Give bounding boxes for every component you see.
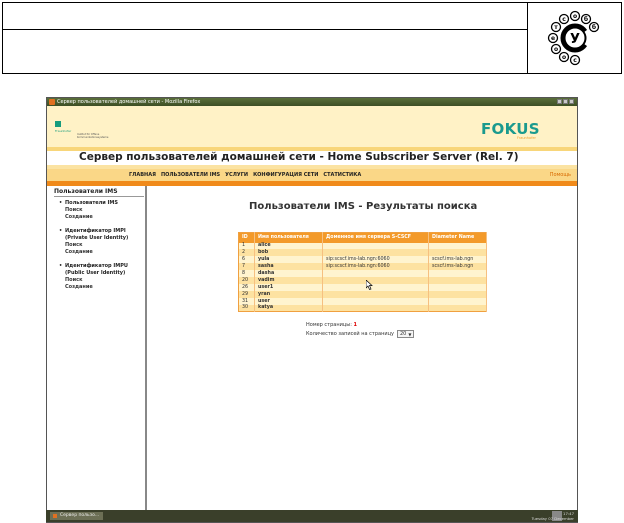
table-row[interactable]: 31 user bbox=[238, 297, 487, 305]
sidebar-item-create[interactable]: Создание bbox=[65, 214, 118, 221]
sidebar-item-search[interactable]: Поиск bbox=[65, 242, 128, 249]
sidebar-group-heading: Пользователи IMS bbox=[59, 200, 118, 207]
sidebar-item-create[interactable]: Создание bbox=[65, 249, 128, 256]
username-link[interactable]: yran bbox=[254, 290, 323, 298]
sidebar-group-heading: Идентификатор IMPU bbox=[59, 263, 128, 270]
close-icon[interactable] bbox=[569, 99, 574, 104]
fraunhofer-logo-icon bbox=[55, 121, 61, 127]
svg-text:с: с bbox=[573, 57, 577, 64]
sidebar-group-impi: Идентификатор IMPI (Private User Identit… bbox=[59, 228, 129, 256]
svg-text:б: б bbox=[584, 16, 588, 23]
fraunhofer-subtitle: Institut für Offene Kommunikationssystem… bbox=[77, 133, 109, 139]
table-row[interactable]: 8 dasha bbox=[238, 270, 487, 277]
table-row[interactable]: 1 alice bbox=[238, 242, 487, 250]
svg-text:е: е bbox=[551, 35, 555, 42]
rotary-dial-logo-icon: У о б б с т е о о с bbox=[547, 10, 600, 66]
table-header-row: ID Имя пользователя Доменное имя сервера… bbox=[238, 232, 487, 243]
window-controls bbox=[557, 99, 574, 104]
column-header-scscf[interactable]: Доменное имя сервера S-CSCF bbox=[322, 232, 429, 243]
perpage-select[interactable]: 20 ▼ bbox=[396, 330, 415, 338]
page-title: Сервер пользователей домашней сети - Hom… bbox=[79, 151, 519, 163]
taskbar: Сервер пользо... 17:47 Tuesday 07 Decemb… bbox=[46, 510, 578, 522]
sidebar-group-subheading: (Public User Identity) bbox=[65, 270, 126, 276]
window-titlebar: Сервер пользователей домашней сети - Moz… bbox=[47, 98, 577, 106]
nav-item-statistics[interactable]: СТАТИСТИКА bbox=[323, 169, 361, 181]
results-table: ID Имя пользователя Доменное имя сервера… bbox=[238, 232, 487, 312]
username-link[interactable]: yula bbox=[254, 256, 323, 264]
username-link[interactable]: alice bbox=[254, 242, 323, 250]
header-row-bottom bbox=[3, 31, 527, 74]
sidebar: Пользователи IMS Пользователи IMS Поиск … bbox=[47, 186, 147, 511]
table-row[interactable]: 2 bob bbox=[238, 249, 487, 257]
chevron-down-icon: ▼ bbox=[408, 331, 412, 337]
fraunhofer-text: Fraunhofer bbox=[55, 129, 72, 133]
username-link[interactable]: sasha bbox=[254, 263, 323, 271]
column-header-id[interactable]: ID bbox=[238, 232, 255, 243]
records-per-page: Количество записей на страницу 20 ▼ bbox=[306, 330, 415, 338]
main-nav: ГЛАВНАЯ ПОЛЬЗОВАТЕЛИ IMS УСЛУГИ КОНФИГУР… bbox=[47, 169, 577, 181]
svg-text:с: с bbox=[562, 16, 566, 23]
document-header-table: У о б б с т е о о с bbox=[2, 2, 622, 74]
nav-item-network-config[interactable]: КОНФИГУРАЦИЯ СЕТИ bbox=[253, 169, 318, 181]
sidebar-group-heading: Идентификатор IMPI bbox=[59, 228, 128, 235]
username-link[interactable]: katya bbox=[254, 304, 323, 312]
nav-item-ims-users[interactable]: ПОЛЬЗОВАТЕЛИ IMS bbox=[161, 169, 220, 181]
sidebar-item-search[interactable]: Поиск bbox=[65, 277, 128, 284]
table-row[interactable]: 30 katya bbox=[238, 304, 487, 312]
svg-text:т: т bbox=[554, 24, 558, 31]
table-row[interactable]: 29 yran bbox=[238, 290, 487, 298]
results-title: Пользователи IMS - Результаты поиска bbox=[249, 201, 478, 212]
sidebar-title: Пользователи IMS bbox=[54, 188, 118, 195]
nav-item-home[interactable]: ГЛАВНАЯ bbox=[129, 169, 156, 181]
window-title: Сервер пользователей домашней сети - Moz… bbox=[57, 99, 201, 105]
page-number-link[interactable]: 1 bbox=[353, 322, 356, 328]
fokus-subtitle: Fraunhofer bbox=[517, 136, 536, 140]
sidebar-group-impu: Идентификатор IMPU (Public User Identity… bbox=[59, 263, 128, 291]
username-link[interactable]: user1 bbox=[254, 283, 323, 291]
perpage-label: Количество записей на страницу bbox=[306, 331, 394, 337]
sidebar-group-subheading: (Private User Identity) bbox=[65, 235, 129, 241]
svg-text:о: о bbox=[554, 46, 558, 53]
table-row[interactable]: 26 user1 bbox=[238, 283, 487, 291]
maximize-icon[interactable] bbox=[563, 99, 568, 104]
column-header-diameter[interactable]: Diameter Name bbox=[428, 232, 487, 243]
mouse-cursor-icon bbox=[366, 280, 373, 290]
university-logo: У о б б с т е о о с bbox=[528, 3, 622, 73]
minimize-icon[interactable] bbox=[557, 99, 562, 104]
username-link[interactable]: vadim bbox=[254, 276, 323, 284]
pagination: Номер страницы: 1 bbox=[306, 322, 357, 328]
username-link[interactable]: dasha bbox=[254, 270, 323, 277]
site-banner: Fraunhofer Institut für Offene Kommunika… bbox=[47, 106, 577, 147]
table-row[interactable]: 7 sasha sip:scscf.ims-lab.ngn:6060 scscf.im… bbox=[238, 263, 487, 271]
sidebar-item-search[interactable]: Поиск bbox=[65, 207, 118, 214]
header-row-top bbox=[3, 3, 527, 30]
clock: 17:47 Tuesday 07 December bbox=[531, 511, 574, 521]
taskbar-window-button[interactable]: Сервер пользо... bbox=[50, 512, 104, 520]
firefox-icon bbox=[49, 99, 55, 105]
column-header-username[interactable]: Имя пользователя bbox=[254, 232, 323, 243]
nav-item-services[interactable]: УСЛУГИ bbox=[225, 169, 248, 181]
svg-text:о: о bbox=[562, 54, 566, 61]
sidebar-item-create[interactable]: Создание bbox=[65, 284, 128, 291]
table-row[interactable]: 20 vadim bbox=[238, 276, 487, 284]
nav-help-link[interactable]: Помощь bbox=[550, 169, 571, 181]
svg-text:о: о bbox=[573, 13, 577, 20]
svg-text:б: б bbox=[592, 24, 596, 31]
table-row[interactable]: 6 yula sip:scscf.ims-lab.ngn:6060 scscf.ims… bbox=[238, 256, 487, 264]
svg-text:У: У bbox=[570, 32, 580, 47]
username-link[interactable]: user bbox=[254, 297, 323, 305]
sidebar-group-ims-users: Пользователи IMS Поиск Создание bbox=[59, 200, 118, 221]
pager-label: Номер страницы: bbox=[306, 322, 352, 328]
username-link[interactable]: bob bbox=[254, 249, 323, 257]
